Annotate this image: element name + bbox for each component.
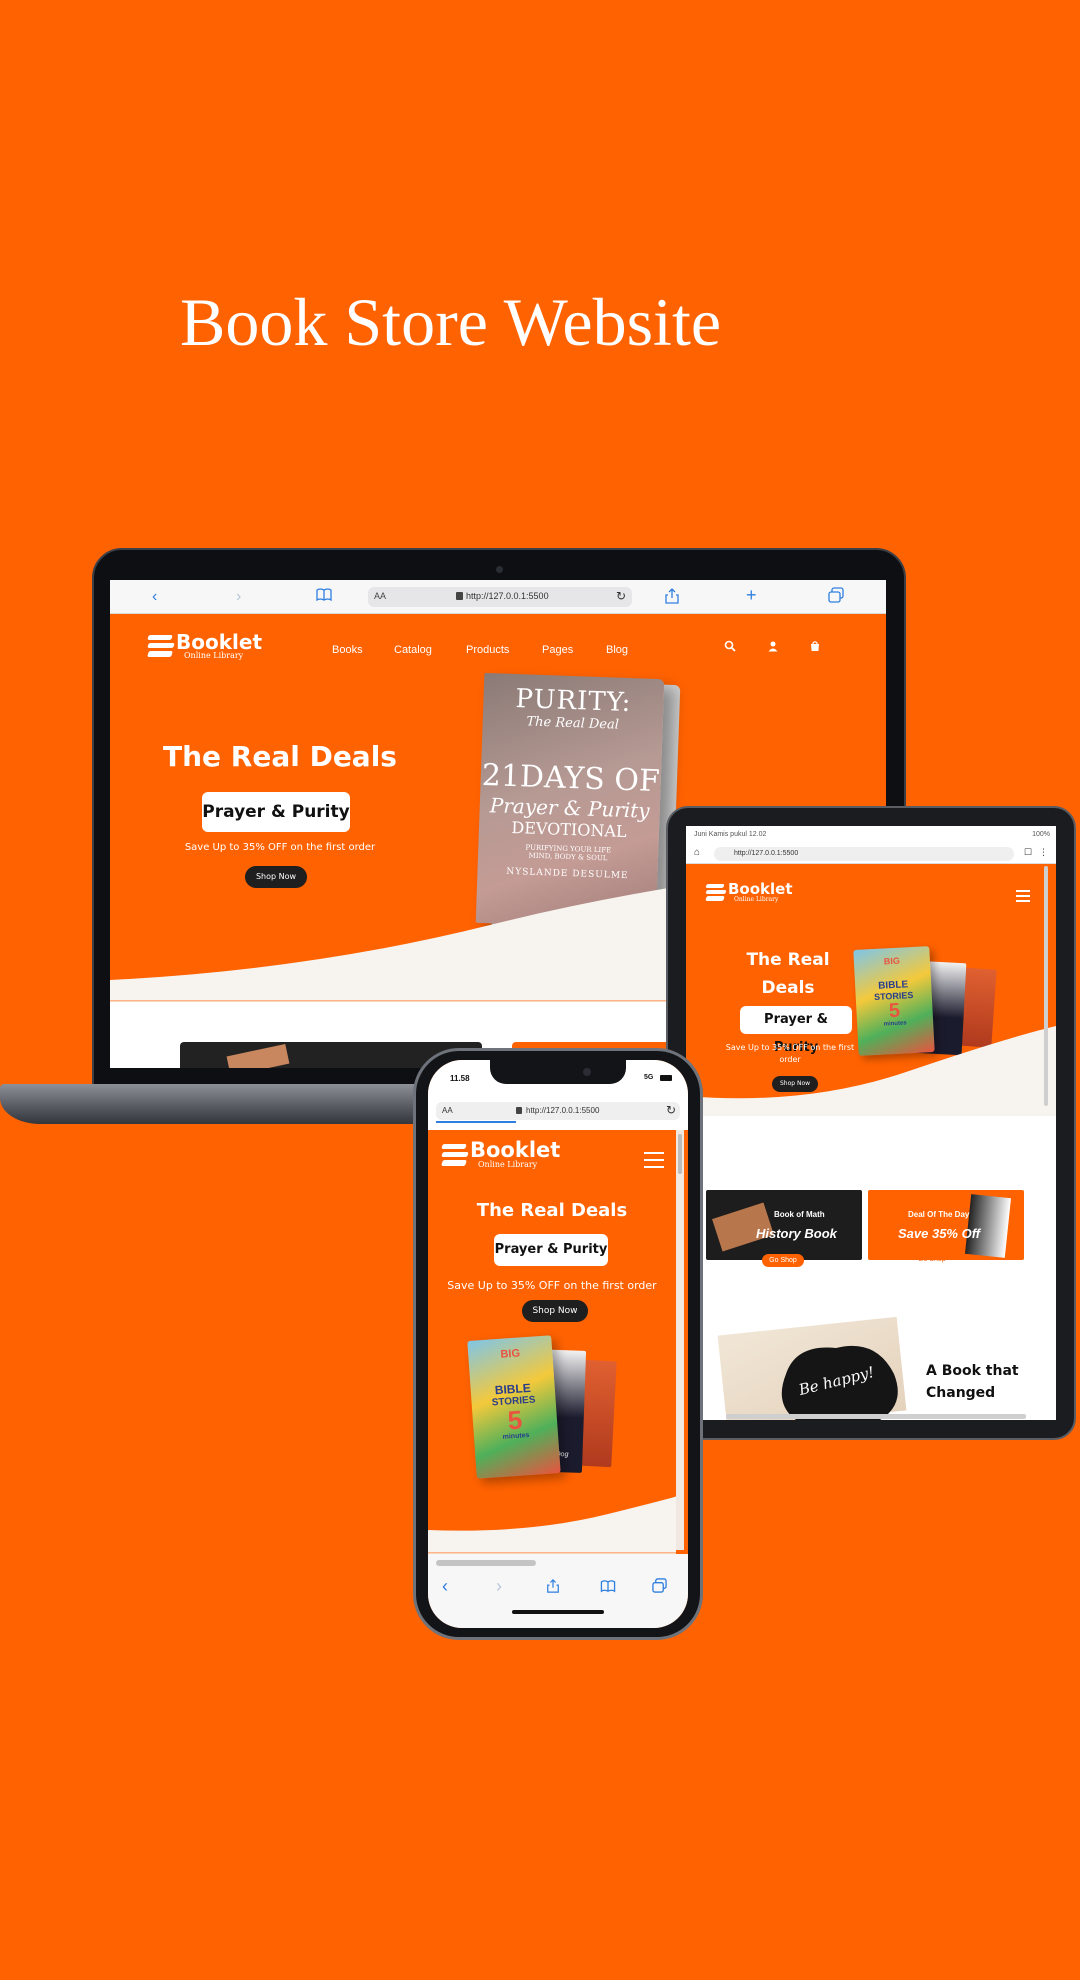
- hero-title: The Real Deals: [163, 740, 397, 773]
- tablet-status-time: Juni Kamis pukul 12.02: [694, 831, 767, 838]
- lock-icon: [456, 592, 463, 600]
- phone-back-icon[interactable]: ‹: [442, 1576, 448, 1597]
- phone-tabs-icon[interactable]: [652, 1578, 667, 1593]
- phone-text-size[interactable]: AA: [442, 1106, 453, 1115]
- battery-icon: [660, 1075, 672, 1081]
- text-size-label[interactable]: AA: [374, 591, 386, 601]
- tablet-promo-deal-title: Save 35% Off: [898, 1226, 981, 1241]
- phone-address-bar[interactable]: AA http://127.0.0.1:5500 ↻: [436, 1102, 680, 1120]
- phone-notch: [490, 1058, 626, 1084]
- tablet-tabs-icon[interactable]: ☐: [1024, 847, 1032, 858]
- share-icon[interactable]: [664, 587, 680, 605]
- phone-network: 5G: [644, 1074, 654, 1081]
- tablet-hero-wave: [686, 1026, 1056, 1122]
- tablet-status-bar: Juni Kamis pukul 12.02 100%: [686, 826, 1056, 844]
- tablet-address-bar[interactable]: ⌂ http://127.0.0.1:5500 ☐ ⋮: [686, 844, 1056, 864]
- phone-reload-icon[interactable]: ↻: [666, 1103, 676, 1117]
- phone-lock-icon: [516, 1107, 522, 1114]
- tablet-url: http://127.0.0.1:5500: [734, 850, 799, 857]
- user-icon[interactable]: [767, 640, 779, 652]
- nav-books[interactable]: Books: [332, 644, 363, 656]
- phone-book-bible-stories[interactable]: BIG BIBLE STORIES 5 minutes: [467, 1335, 561, 1479]
- tablet-hero-title-line1: The Real: [746, 950, 830, 970]
- tablet-menu-dots-icon[interactable]: ⋮: [1039, 847, 1048, 858]
- reload-icon[interactable]: ↻: [616, 589, 626, 603]
- tablet-promo-deal-button[interactable]: Go Shop: [918, 1256, 946, 1263]
- tablet-promo-history-button[interactable]: Go Shop: [762, 1254, 804, 1267]
- phone-home-indicator[interactable]: [512, 1610, 604, 1614]
- hero-pill: Prayer & Purity: [202, 792, 350, 832]
- nav-blog[interactable]: Blog: [606, 644, 628, 656]
- phone-forward-icon[interactable]: ›: [496, 1576, 502, 1597]
- tablet-screen: Juni Kamis pukul 12.02 100% ⌂ http://127…: [686, 826, 1056, 1420]
- tablet-battery: 100%: [1032, 831, 1050, 838]
- address-bar[interactable]: AA http://127.0.0.1:5500 ↻: [368, 587, 632, 607]
- phone-bookmarks-icon[interactable]: [600, 1579, 616, 1594]
- tablet-book-stack-icon: [705, 883, 727, 903]
- tablet-feature-title: A Book that Changed: [926, 1360, 1019, 1404]
- tablet-h-scrollbar[interactable]: [726, 1414, 1026, 1419]
- site-logo[interactable]: Booklet Online Library: [147, 630, 263, 660]
- nav-pages[interactable]: Pages: [542, 644, 573, 656]
- phone-hero-title: The Real Deals: [476, 1200, 628, 1221]
- tablet-scrollbar[interactable]: [1044, 866, 1048, 1106]
- phone-hero-wave: [428, 1496, 676, 1560]
- nav-catalog[interactable]: Catalog: [394, 644, 432, 656]
- page-headline: Book Store Website: [180, 284, 722, 360]
- phone-hero-pill: Prayer & Purity: [494, 1234, 608, 1266]
- logo-name: Booklet: [176, 630, 263, 654]
- phone-hero-subtitle: Save Up to 35% OFF on the first order: [447, 1279, 657, 1292]
- phone-share-icon[interactable]: [546, 1578, 560, 1594]
- phone-scrollbar[interactable]: [678, 1134, 682, 1174]
- phone-url: http://127.0.0.1:5500: [526, 1106, 600, 1115]
- forward-icon[interactable]: ›: [236, 587, 241, 607]
- phone-time: 11.58: [450, 1074, 470, 1083]
- phone-load-progress: [436, 1121, 516, 1123]
- tablet-promo-history-title: History Book: [756, 1226, 837, 1241]
- tablet-promo-history-kicker: Book of Math: [774, 1210, 825, 1219]
- tablet-logo-name: Booklet: [728, 880, 793, 898]
- phone-book-stack-icon: [441, 1142, 469, 1168]
- phone-screen: 11.58 5G AA http://127.0.0.1:5500 ↻ Book…: [428, 1060, 688, 1628]
- phone-hamburger-icon[interactable]: [644, 1152, 664, 1168]
- phone-logo[interactable]: Booklet Online Library: [441, 1138, 561, 1169]
- tablet-book-big: BIG: [883, 955, 901, 967]
- tablet-promo-deal-kicker: Deal Of The Day: [908, 1210, 970, 1219]
- tablet-hamburger-icon[interactable]: [1016, 890, 1030, 902]
- book-stack-icon: [147, 633, 175, 659]
- phone-shop-now-button[interactable]: Shop Now: [522, 1300, 588, 1322]
- nav-products[interactable]: Products: [466, 644, 509, 656]
- tablet-url-field[interactable]: http://127.0.0.1:5500: [714, 847, 1014, 861]
- laptop-camera: [496, 566, 503, 573]
- tabs-icon[interactable]: [828, 587, 844, 603]
- bookmarks-icon[interactable]: [316, 587, 332, 603]
- phone-h-scrollbar[interactable]: [436, 1560, 536, 1566]
- address-url: http://127.0.0.1:5500: [466, 591, 549, 601]
- tablet-hero-title-line2: Deals: [761, 978, 815, 998]
- new-tab-icon[interactable]: +: [746, 585, 757, 605]
- cart-icon[interactable]: [809, 640, 821, 652]
- back-icon[interactable]: ‹: [152, 587, 157, 607]
- phone-scroll-track: [676, 1130, 684, 1550]
- tablet-feature-title-line1: A Book that: [926, 1363, 1019, 1379]
- tablet-logo[interactable]: Booklet Online Library: [705, 880, 793, 903]
- tablet-promo-history[interactable]: Book of Math History Book: [706, 1190, 862, 1260]
- home-icon[interactable]: ⌂: [694, 847, 700, 858]
- tablet-promo-deal[interactable]: Deal Of The Day Save 35% Off: [868, 1190, 1024, 1260]
- phone-camera: [583, 1068, 591, 1076]
- phone-book-big: BIG: [500, 1347, 521, 1361]
- phone-logo-name: Booklet: [470, 1138, 561, 1162]
- tablet-hero-title: The Real Deals: [726, 946, 850, 1002]
- browser-toolbar: ‹ › AA http://127.0.0.1:5500 ↻ +: [110, 580, 886, 614]
- phone-logo-tagline: Online Library: [478, 1160, 538, 1169]
- search-icon[interactable]: [724, 640, 736, 652]
- tablet-feature-title-line2: Changed: [926, 1385, 996, 1401]
